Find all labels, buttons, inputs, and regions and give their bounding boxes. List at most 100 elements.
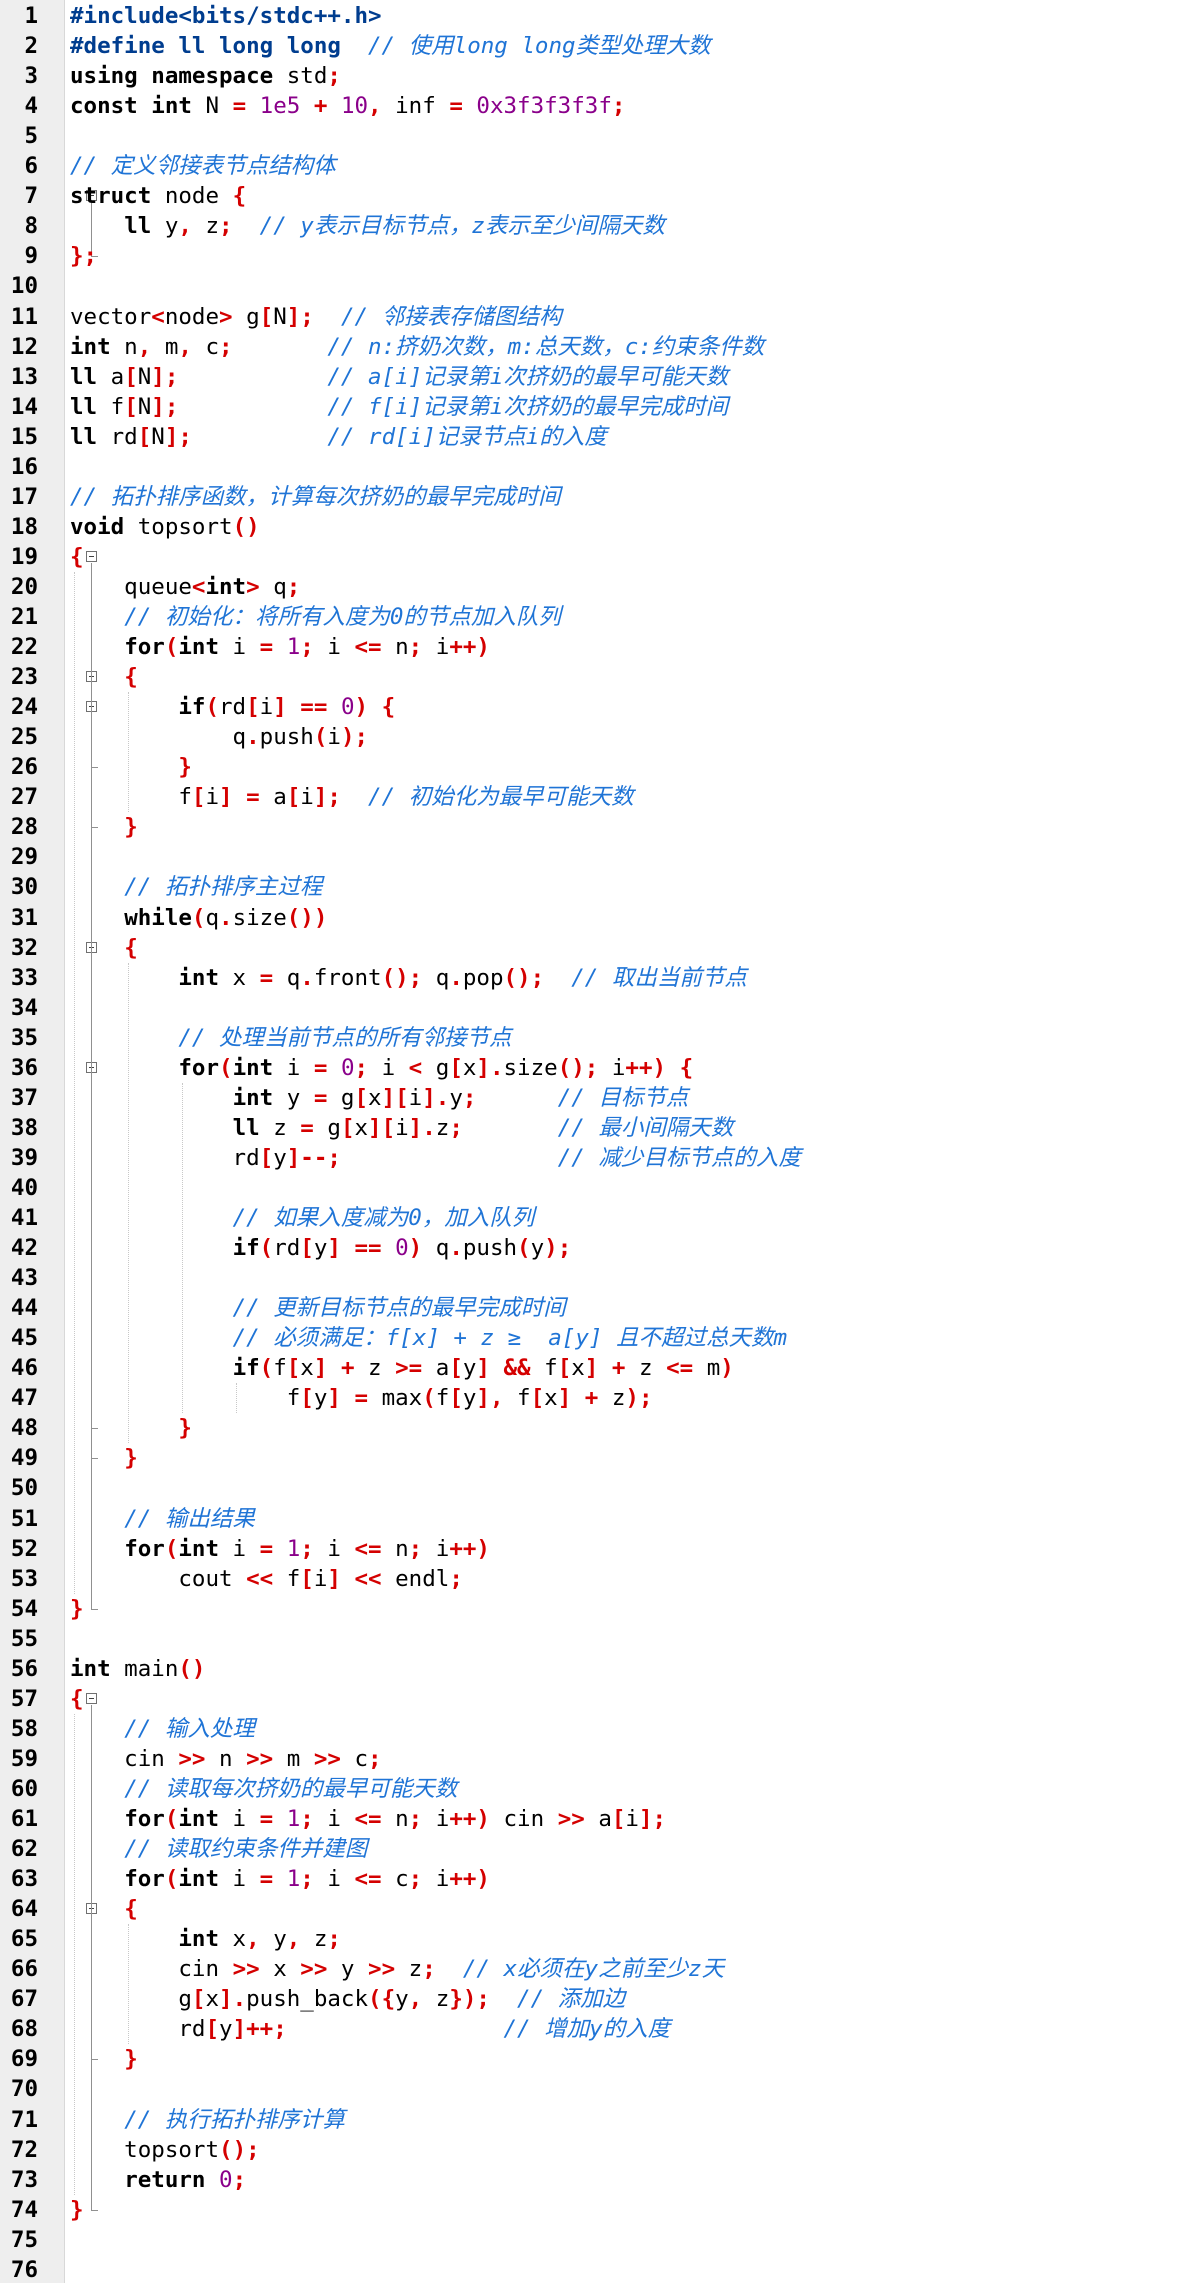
code-text: ll rd[N]; // rd[i]记录节点i的入度 (70, 423, 607, 450)
code-line[interactable]: 66 cin >> x >> y >> z; // x必须在y之前至少z天 (0, 1954, 1185, 1984)
code-line[interactable]: 43 (0, 1263, 1185, 1293)
line-number: 1 (24, 3, 38, 29)
code-line[interactable]: 36 for(int i = 0; i < g[x].size(); i++) … (0, 1053, 1185, 1083)
code-line[interactable]: 2 #define ll long long // 使用long long类型处理… (0, 31, 1185, 61)
line-number: 22 (10, 634, 38, 661)
code-line[interactable]: 9}; (0, 241, 1185, 271)
code-line[interactable]: 11 vector<node> g[N]; // 邻接表存储图结构 (0, 302, 1185, 332)
code-line[interactable]: 72 topsort(); (0, 2135, 1185, 2165)
code-line[interactable]: 57 { (0, 1684, 1185, 1714)
code-line[interactable]: 65 int x, y, z; (0, 1924, 1185, 1954)
code-line[interactable]: 69 } (0, 2044, 1185, 2074)
code-line[interactable]: 59 cin >> n >> m >> c; (0, 1744, 1185, 1774)
code-line[interactable]: 27 f[i] = a[i]; // 初始化为最早可能天数 (0, 782, 1185, 812)
code-line[interactable]: 22 for(int i = 1; i <= n; i++) (0, 632, 1185, 662)
code-line[interactable]: 47 f[y] = max(f[y], f[x] + z); (0, 1383, 1185, 1413)
code-line[interactable]: 34 (0, 993, 1185, 1023)
line-number: 51 (10, 1505, 38, 1532)
line-number: 53 (10, 1565, 38, 1592)
code-line[interactable]: 45 // 必须满足：f[x] + z ≥ a[y] 且不超过总天数m (0, 1323, 1185, 1353)
code-line[interactable]: 16 (0, 452, 1185, 482)
code-line[interactable]: 29 (0, 842, 1185, 872)
code-line[interactable]: 44 // 更新目标节点的最早完成时间 (0, 1293, 1185, 1323)
code-line[interactable]: 21 // 初始化：将所有入度为0的节点加入队列 (0, 602, 1185, 632)
code-text: for(int i = 1; i <= c; i++) (124, 1866, 490, 1893)
code-line[interactable]: 10 (0, 271, 1185, 301)
code-line[interactable]: 73 return 0; (0, 2165, 1185, 2195)
line-number: 59 (10, 1745, 38, 1772)
code-line[interactable]: 26 } (0, 752, 1185, 782)
code-text: int y = g[x][i].y; // 目标节点 (232, 1084, 689, 1111)
code-line[interactable]: 13 ll a[N]; // a[i]记录第i次挤奶的最早可能天数 (0, 362, 1185, 392)
code-line[interactable]: 7 struct node { (0, 181, 1185, 211)
code-editor[interactable]: 1 #include<bits/stdc++.h> 2 #define ll long… (0, 0, 1185, 2283)
code-line[interactable]: 63 for(int i = 1; i <= c; i++) (0, 1864, 1185, 1894)
code-text: q.push(i); (70, 724, 369, 751)
code-text: queue<int> q; (70, 573, 301, 600)
code-line[interactable]: 46 if(f[x] + z >= a[y] && f[x] + z <= m) (0, 1353, 1185, 1383)
code-line[interactable]: 71 // 执行拓扑排序计算 (0, 2105, 1185, 2135)
code-line[interactable]: 76 (0, 2255, 1185, 2285)
code-line[interactable]: 62 // 读取约束条件并建图 (0, 1834, 1185, 1864)
code-text: } (70, 1595, 84, 1622)
code-line[interactable]: 41 // 如果入度减为0，加入队列 (0, 1203, 1185, 1233)
code-line[interactable]: 75 (0, 2225, 1185, 2255)
code-line[interactable]: 38 ll z = g[x][i].z; // 最小间隔天数 (0, 1113, 1185, 1143)
line-number: 75 (10, 2226, 38, 2253)
code-line[interactable]: 42 if(rd[y] == 0) q.push(y); (0, 1233, 1185, 1263)
code-line[interactable]: 28 } (0, 812, 1185, 842)
code-line[interactable]: 39 rd[y]--; // 减少目标节点的入度 (0, 1143, 1185, 1173)
line-number: 76 (10, 2256, 38, 2283)
code-line[interactable]: 17 // 拓扑排序函数，计算每次挤奶的最早完成时间 (0, 482, 1185, 512)
code-line[interactable]: 48 } (0, 1413, 1185, 1443)
code-text: int n, m, c; // n:挤奶次数，m:总天数，c:约束条件数 (70, 333, 765, 360)
code-line[interactable]: 35 // 处理当前节点的所有邻接节点 (0, 1023, 1185, 1053)
code-line[interactable]: 19 { (0, 542, 1185, 572)
code-line[interactable]: 37 int y = g[x][i].y; // 目标节点 (0, 1083, 1185, 1113)
code-line[interactable]: 23 { (0, 662, 1185, 692)
code-line[interactable]: 64 { (0, 1894, 1185, 1924)
code-line[interactable]: 54} (0, 1594, 1185, 1624)
code-line[interactable]: 8 ll y, z; // y表示目标节点，z表示至少间隔天数 (0, 211, 1185, 241)
code-line[interactable]: 24 if(rd[i] == 0) { (0, 692, 1185, 722)
line-number: 47 (10, 1385, 38, 1412)
code-line[interactable]: 70 (0, 2074, 1185, 2104)
code-line[interactable]: 60 // 读取每次挤奶的最早可能天数 (0, 1774, 1185, 1804)
code-line[interactable]: 51 // 输出结果 (0, 1504, 1185, 1534)
code-text: cin >> x >> y >> z; // x必须在y之前至少z天 (70, 1956, 725, 1983)
line-number: 35 (10, 1024, 38, 1051)
code-text: #include<bits/stdc++.h> (70, 3, 382, 29)
code-line[interactable]: 68 rd[y]++; // 增加y的入度 (0, 2014, 1185, 2044)
code-line[interactable]: 25 q.push(i); (0, 722, 1185, 752)
code-line[interactable]: 15 ll rd[N]; // rd[i]记录节点i的入度 (0, 422, 1185, 452)
code-line[interactable]: 61 for(int i = 1; i <= n; i++) cin >> a[… (0, 1804, 1185, 1834)
code-line[interactable]: 58 // 输入处理 (0, 1714, 1185, 1744)
code-line[interactable]: 49 } (0, 1443, 1185, 1473)
code-line[interactable]: 40 (0, 1173, 1185, 1203)
code-line[interactable]: 32 { (0, 933, 1185, 963)
code-line[interactable]: 55 (0, 1624, 1185, 1654)
line-number: 64 (10, 1896, 38, 1923)
code-text: cout << f[i] << endl; (70, 1565, 463, 1592)
code-line[interactable]: 33 int x = q.front(); q.pop(); // 取出当前节点 (0, 963, 1185, 993)
code-text: // 输入处理 (124, 1715, 255, 1742)
code-line[interactable]: 1 #include<bits/stdc++.h> (0, 1, 1185, 31)
code-line[interactable]: 53 cout << f[i] << endl; (0, 1564, 1185, 1594)
code-line[interactable]: 56 int main() (0, 1654, 1185, 1684)
code-line[interactable]: 14 ll f[N]; // f[i]记录第i次挤奶的最早完成时间 (0, 392, 1185, 422)
code-line[interactable]: 4 const int N = 1e5 + 10, inf = 0x3f3f3f3… (0, 91, 1185, 121)
code-line[interactable]: 3 using namespace std; (0, 61, 1185, 91)
code-line[interactable]: 18 void topsort() (0, 512, 1185, 542)
code-line[interactable]: 74} (0, 2195, 1185, 2225)
line-number: 72 (10, 2136, 38, 2163)
line-number: 58 (10, 1715, 38, 1742)
code-line[interactable]: 30 // 拓扑排序主过程 (0, 872, 1185, 902)
code-line[interactable]: 50 (0, 1473, 1185, 1503)
code-line[interactable]: 6 // 定义邻接表节点结构体 (0, 151, 1185, 181)
code-line[interactable]: 67 g[x].push_back({y, z}); // 添加边 (0, 1984, 1185, 2014)
code-line[interactable]: 31 while(q.size()) (0, 903, 1185, 933)
code-line[interactable]: 20 queue<int> q; (0, 572, 1185, 602)
code-line[interactable]: 52 for(int i = 1; i <= n; i++) (0, 1534, 1185, 1564)
code-line[interactable]: 12 int n, m, c; // n:挤奶次数，m:总天数，c:约束条件数 (0, 332, 1185, 362)
code-line[interactable]: 5 (0, 121, 1185, 151)
